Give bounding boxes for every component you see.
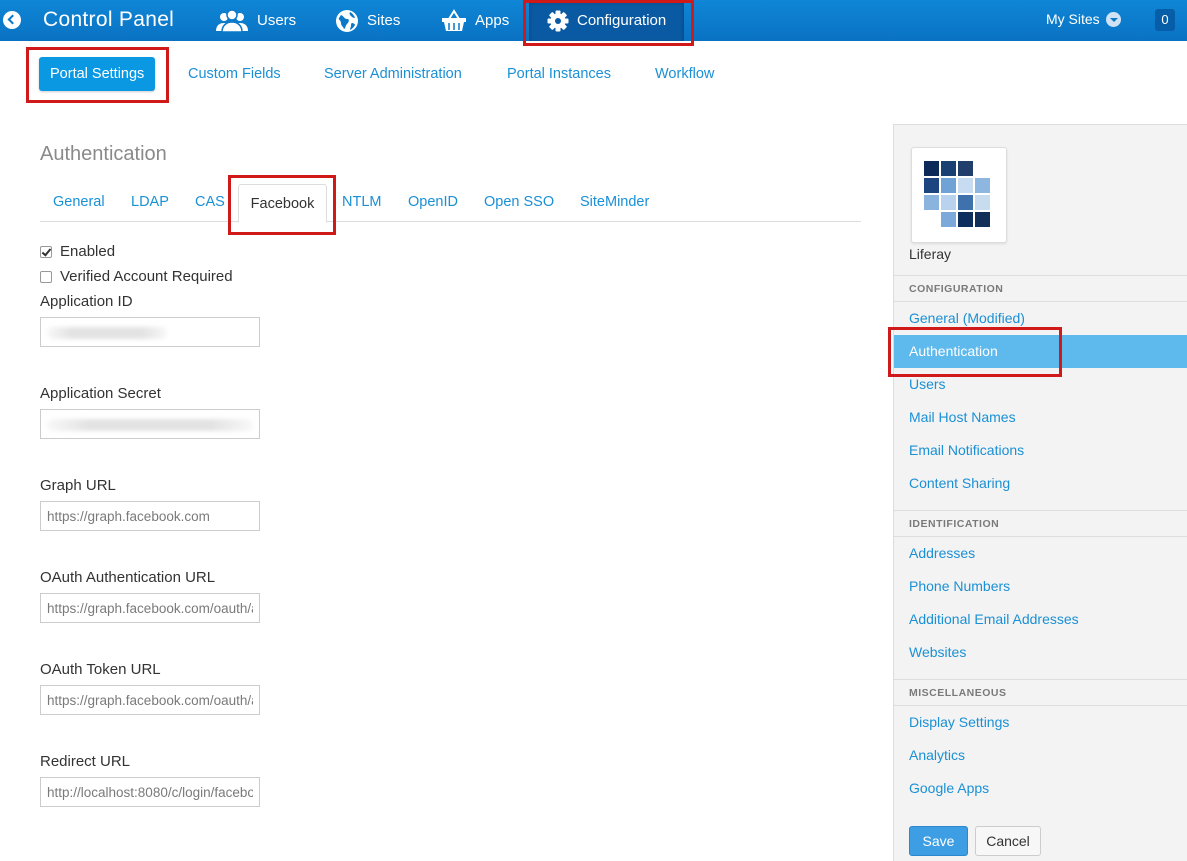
liferay-logo-icon [924, 161, 990, 227]
sidebar-item-addresses[interactable]: Addresses [894, 537, 1187, 570]
settings-sidebar: Liferay CONFIGURATION General (Modified)… [893, 124, 1187, 861]
tab-openid[interactable]: OpenID [408, 194, 458, 210]
tab-general[interactable]: General [53, 194, 105, 210]
notification-count[interactable]: 0 [1155, 9, 1175, 31]
company-logo[interactable] [911, 147, 1007, 243]
my-sites-menu[interactable]: My Sites [1046, 11, 1121, 27]
nav-users-label: Users [257, 12, 297, 29]
nav-users[interactable]: Users [215, 0, 296, 41]
save-button[interactable]: Save [909, 826, 968, 856]
nav-apps[interactable]: Apps [441, 0, 509, 41]
redirect-url-label: Redirect URL [40, 753, 131, 770]
tab-ntlm[interactable]: NTLM [342, 194, 381, 210]
subnav-portal-instances[interactable]: Portal Instances [507, 57, 611, 91]
page-title: Authentication [40, 143, 167, 165]
nav-apps-label: Apps [475, 12, 510, 29]
tab-open-sso[interactable]: Open SSO [484, 194, 554, 210]
cancel-button[interactable]: Cancel [975, 826, 1041, 856]
sidebar-item-email-notifications[interactable]: Email Notifications [894, 434, 1187, 467]
sidebar-item-users[interactable]: Users [894, 368, 1187, 401]
tab-ldap[interactable]: LDAP [131, 194, 169, 210]
enabled-checkbox[interactable] [40, 245, 52, 258]
nav-sites[interactable]: Sites [335, 0, 400, 41]
top-bar: Control Panel Users Sites Apps Configura… [0, 0, 1187, 41]
enabled-row: Enabled [40, 243, 115, 260]
sidebar-item-mail-host-names[interactable]: Mail Host Names [894, 401, 1187, 434]
graph-url-label: Graph URL [40, 477, 116, 494]
globe-icon [336, 9, 358, 32]
oauth-token-url-input[interactable] [40, 685, 260, 715]
oauth-token-url-label: OAuth Token URL [40, 661, 161, 678]
sidebar-item-content-sharing[interactable]: Content Sharing [894, 467, 1187, 500]
subnav-server-administration[interactable]: Server Administration [324, 57, 462, 91]
application-secret-input[interactable] [40, 409, 260, 439]
gear-icon [547, 10, 569, 31]
back-icon[interactable] [3, 11, 21, 29]
sidebar-section-configuration: CONFIGURATION [894, 275, 1187, 302]
chevron-down-icon [1105, 11, 1121, 27]
auth-tabs: General LDAP CAS Facebook NTLM OpenID Op… [40, 182, 861, 223]
sidebar-item-phone-numbers[interactable]: Phone Numbers [894, 570, 1187, 603]
sidebar-section-identification: IDENTIFICATION [894, 510, 1187, 537]
oauth-auth-url-label: OAuth Authentication URL [40, 569, 216, 586]
sidebar-section-miscellaneous: MISCELLANEOUS [894, 679, 1187, 706]
company-name: Liferay [909, 246, 952, 262]
sidebar-item-general[interactable]: General (Modified) [894, 302, 1187, 335]
redirect-url-input[interactable] [40, 777, 260, 807]
nav-configuration-label: Configuration [577, 12, 667, 29]
subnav-custom-fields[interactable]: Custom Fields [188, 57, 281, 91]
basket-icon [442, 8, 466, 31]
app-title: Control Panel [43, 8, 175, 31]
sidebar-item-additional-email-addresses[interactable]: Additional Email Addresses [894, 603, 1187, 636]
sidebar-item-websites[interactable]: Websites [894, 636, 1187, 669]
nav-sites-label: Sites [367, 12, 401, 29]
verified-account-label: Verified Account Required [60, 268, 233, 285]
application-id-input[interactable] [40, 317, 260, 347]
verified-row: Verified Account Required [40, 268, 233, 285]
sidebar-item-authentication[interactable]: Authentication [894, 335, 1187, 368]
sidebar-item-display-settings[interactable]: Display Settings [894, 706, 1187, 739]
application-id-label: Application ID [40, 293, 133, 310]
subnav-workflow[interactable]: Workflow [655, 57, 714, 91]
subnav-portal-settings[interactable]: Portal Settings [39, 57, 156, 91]
tab-facebook[interactable]: Facebook [238, 184, 327, 223]
graph-url-input[interactable] [40, 501, 260, 531]
verified-account-checkbox[interactable] [40, 270, 52, 283]
tab-siteminder[interactable]: SiteMinder [580, 194, 649, 210]
my-sites-label: My Sites [1046, 11, 1100, 27]
sidebar-item-google-apps[interactable]: Google Apps [894, 772, 1187, 805]
enabled-label: Enabled [60, 243, 116, 260]
application-secret-label: Application Secret [40, 385, 161, 402]
oauth-auth-url-input[interactable] [40, 593, 260, 623]
tab-cas[interactable]: CAS [195, 194, 225, 210]
sidebar-item-analytics[interactable]: Analytics [894, 739, 1187, 772]
users-icon [216, 8, 248, 33]
nav-configuration[interactable]: Configuration [529, 0, 685, 41]
